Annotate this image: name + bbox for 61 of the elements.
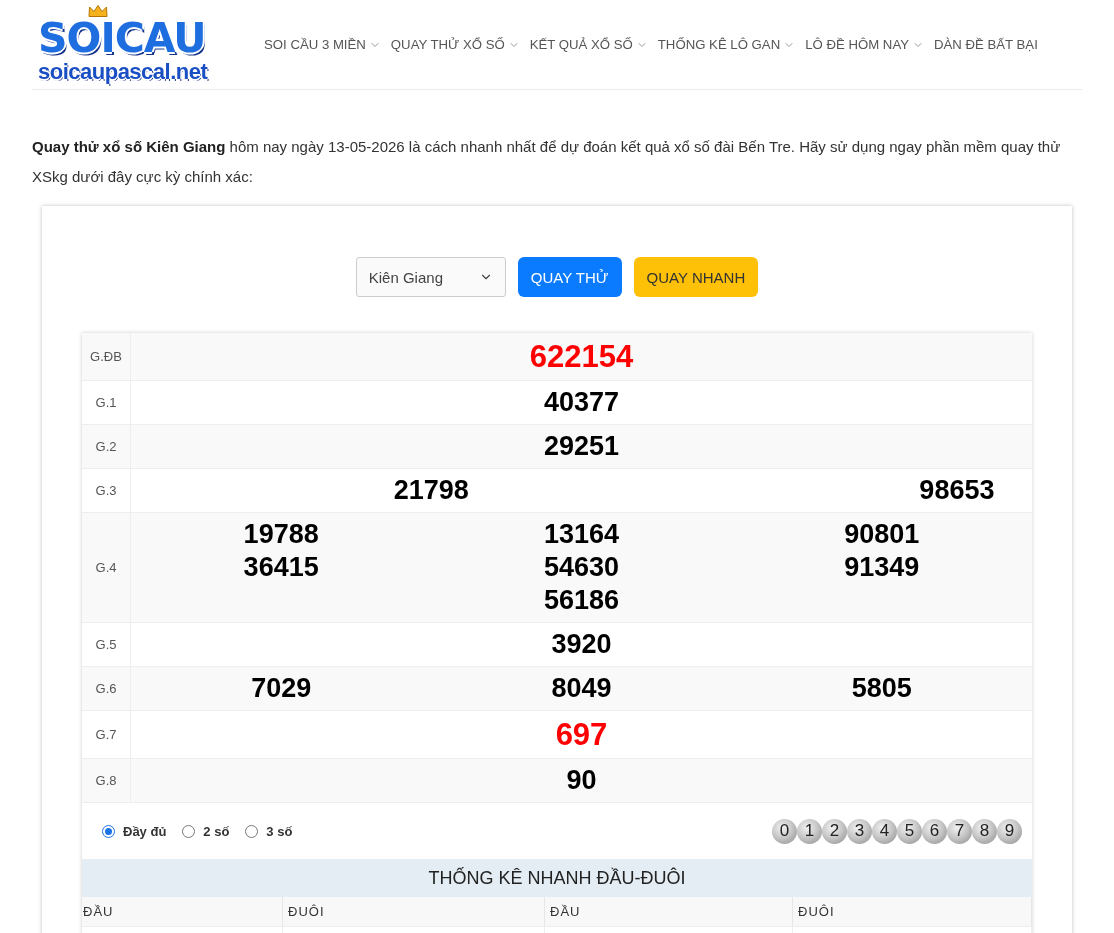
- prize-label: G.2: [82, 425, 131, 468]
- radio-icon[interactable]: [245, 824, 259, 838]
- prize-number: 697: [555, 716, 608, 753]
- digit-ball-button[interactable]: 0: [772, 818, 797, 844]
- nav-link[interactable]: THỐNG KÊ LÔ GAN: [657, 37, 796, 52]
- display-option[interactable]: 2 số: [182, 823, 230, 839]
- prize-number: 54630: [543, 551, 620, 584]
- nav-link[interactable]: LÔ ĐỀ HÔM NAY: [805, 37, 924, 52]
- display-option[interactable]: Đầy đủ: [102, 823, 167, 839]
- digit-ball-button[interactable]: 6: [922, 818, 947, 844]
- column-header: ĐUÔI: [793, 897, 1032, 926]
- prize-number: 21798: [393, 474, 469, 507]
- digit-ball-button[interactable]: 5: [897, 818, 922, 844]
- stats-title: THỐNG KÊ NHANH ĐẦU-ĐUÔI: [82, 859, 1032, 897]
- intro-paragraph: Quay thử xổ số Kiên Giang hôm nay ngày 13-05-2026 là cách nhanh nhất để dự đoán kết quả xổ số đài Bến Tre. Hãy sử dụng ngay phần mềm quay thử XSkg dưới đây cực kỳ chính xác:: [32, 137, 1062, 187]
- digit-ball-button[interactable]: 1: [797, 818, 822, 844]
- logo-title[interactable]: SOICAU: [38, 16, 206, 59]
- prize-label: G.7: [82, 711, 131, 758]
- column-header: ĐẦU: [545, 897, 793, 926]
- nav-link[interactable]: DÀN ĐỀ BẤT BẠI: [934, 37, 1038, 52]
- logo-subtitle[interactable]: soicaupascal.net: [38, 58, 208, 85]
- prize-label: G.3: [82, 469, 131, 512]
- digit-ball-button[interactable]: 3: [847, 818, 872, 844]
- digit-ball-button[interactable]: 7: [947, 818, 972, 844]
- prize-number: 7029: [251, 672, 312, 705]
- prize-label: G.1: [82, 381, 131, 424]
- display-option[interactable]: 3 số: [245, 823, 293, 839]
- digit-ball-button[interactable]: 8: [972, 818, 997, 844]
- prize-number: 622154: [529, 338, 634, 375]
- digit-ball-button[interactable]: 4: [872, 818, 897, 844]
- prize-number: 13164: [543, 518, 620, 551]
- prize-number: 3920: [551, 628, 612, 661]
- prize-label: G.8: [82, 759, 131, 802]
- prize-number: 40377: [543, 386, 620, 419]
- prize-number: 98653: [919, 474, 995, 507]
- radio-icon[interactable]: [182, 824, 196, 838]
- column-header: ĐẦU: [82, 897, 283, 926]
- nav-link[interactable]: QUAY THỬ XỔ SỐ: [390, 37, 520, 52]
- prize-number: 19788: [243, 518, 319, 551]
- province-select[interactable]: Kiên Giang: [355, 257, 506, 297]
- prize-number: 91349: [844, 551, 920, 584]
- prize-number: 8049: [551, 672, 612, 705]
- prize-label: G.6: [82, 667, 131, 710]
- prize-label: G.4: [82, 513, 131, 622]
- digit-ball-button[interactable]: 9: [997, 818, 1022, 844]
- prize-number: 56186: [543, 584, 620, 617]
- prize-number: 29251: [543, 430, 620, 463]
- radio-icon[interactable]: [102, 824, 115, 838]
- crown-icon: [88, 4, 108, 17]
- prize-number: 90: [566, 764, 597, 797]
- nav-link[interactable]: KẾT QUẢ XỔ SỐ: [529, 37, 648, 52]
- quick-spin-button[interactable]: QUAY NHANH: [633, 257, 759, 297]
- spin-button[interactable]: QUAY THỬ: [517, 257, 622, 297]
- digit-ball-button[interactable]: 2: [822, 818, 847, 844]
- prize-label: G.5: [82, 623, 131, 666]
- prize-number: 36415: [243, 551, 319, 584]
- prize-number: 5805: [851, 672, 912, 705]
- nav-link[interactable]: SOI CẦU 3 MIỀN: [264, 37, 381, 52]
- column-header: ĐUÔI: [283, 897, 545, 926]
- prize-number: 90801: [844, 518, 920, 551]
- prize-label: G.ĐB: [82, 333, 131, 380]
